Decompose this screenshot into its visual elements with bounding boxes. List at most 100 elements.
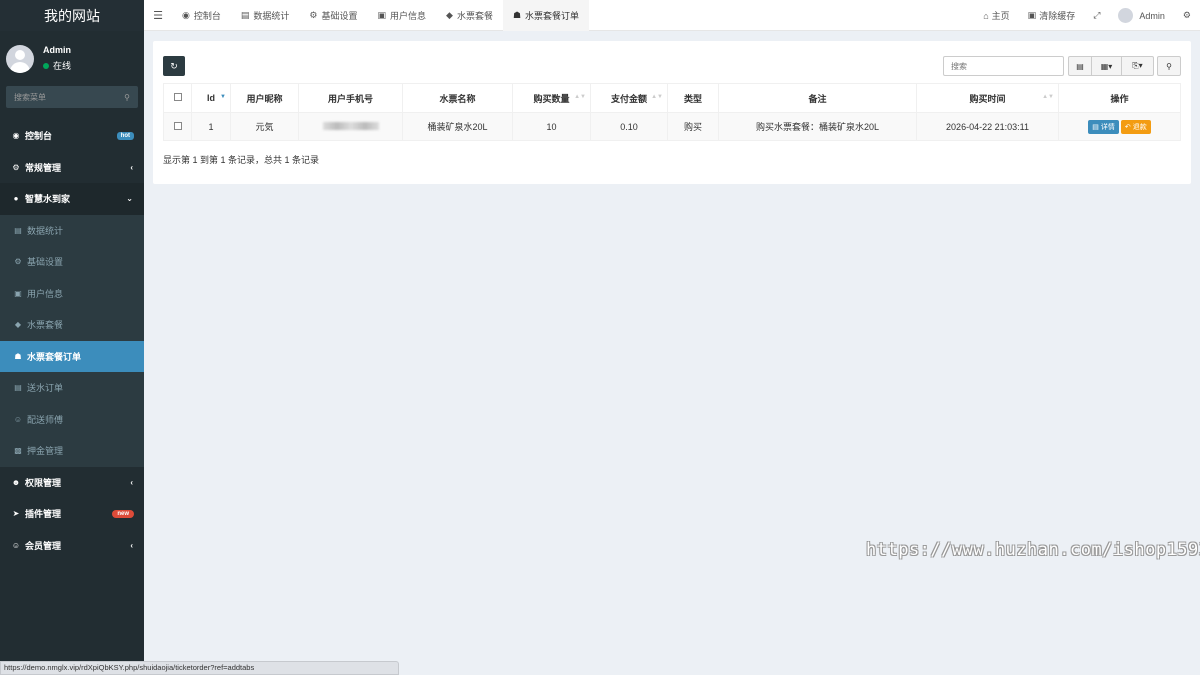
cogs-icon: ⚙	[12, 162, 20, 172]
bar-chart-icon: ▤	[14, 225, 22, 235]
row-checkbox-cell	[163, 112, 192, 141]
blurred-phone	[322, 121, 379, 130]
row-checkbox[interactable]	[173, 121, 182, 130]
toggle-view-button[interactable]: ▤	[1068, 56, 1092, 76]
col-id[interactable]: Id ▼	[191, 83, 231, 113]
sidebar-item-dashboard[interactable]: ◉ 控制台 hot	[0, 120, 144, 152]
col-label: 水票名称	[439, 93, 476, 104]
col-time[interactable]: 购买时间 ▲▼	[916, 83, 1059, 113]
col-amount[interactable]: 支付金额 ▲▼	[590, 83, 668, 113]
list-icon: ▤	[14, 383, 22, 393]
undo-icon: ↶	[1124, 123, 1131, 131]
col-label: 购买时间	[969, 93, 1006, 104]
user-name: Admin	[43, 45, 71, 55]
sidebar-item-label: 基础设置	[27, 257, 64, 268]
col-actions: 操作	[1058, 83, 1181, 113]
tab-dashboard[interactable]: ◉ 控制台	[172, 0, 231, 31]
tab-settings[interactable]: ⚙ 基础设置	[299, 0, 367, 31]
sidebar-item-user-info[interactable]: ▣ 用户信息	[0, 278, 144, 310]
columns-button[interactable]: ▦▾	[1091, 56, 1122, 76]
home-icon: ⌂	[983, 10, 989, 21]
sidebar-item-plugins[interactable]: ➤ 插件管理 new	[0, 498, 144, 530]
watermark-text: https://www.huzhan.com/ishop15931	[866, 540, 1200, 560]
ticket-icon: ◆	[14, 320, 22, 330]
sidebar-item-ticket-package[interactable]: ◆ 水票套餐	[0, 309, 144, 341]
sidebar-item-general[interactable]: ⚙ 常规管理 ‹	[0, 152, 144, 184]
sidebar-search-input[interactable]: 搜索菜单 ⚲	[6, 86, 138, 108]
home-label: 主页	[991, 11, 1010, 21]
sidebar-item-label: 插件管理	[25, 509, 62, 520]
refresh-button[interactable]: ↻	[163, 56, 185, 76]
search-icon[interactable]: ⚲	[124, 93, 130, 102]
avatar	[6, 44, 34, 73]
tab-label: 控制台	[193, 10, 221, 21]
grid-icon: ▦▾	[1100, 61, 1113, 71]
tab-user-info[interactable]: ▣ 用户信息	[368, 0, 437, 31]
top-navbar: ☰ ◉ 控制台 ▤ 数据统计 ⚙ 基础设置 ▣ 用户信息 ◆ 水票套餐 ☗ 水票…	[144, 0, 1200, 31]
sidebar-item-ticket-order[interactable]: ☗ 水票套餐订单	[0, 340, 144, 372]
site-logo[interactable]: 我的网站	[0, 0, 144, 31]
search-input[interactable]	[943, 56, 1064, 76]
cell-note: 购买水票套餐：桶装矿泉水20L	[718, 112, 917, 141]
sidebar-item-label: 水票套餐订单	[27, 351, 82, 362]
card-icon: ▣	[377, 9, 387, 20]
sidebar-menu: ◉ 控制台 hot ⚙ 常规管理 ‹ ● 智慧水到家 ⌄ ▤ 数据统计 ⚙ 基础…	[0, 120, 144, 561]
cell-type: 购买	[667, 112, 719, 141]
sidebar-item-courier[interactable]: ☺ 配送师傅	[0, 404, 144, 436]
col-label: 类型	[683, 93, 702, 104]
user-status: 在线	[43, 59, 71, 72]
clear-cache-label: 清除缓存	[1039, 11, 1076, 21]
sidebar-item-label: 权限管理	[25, 477, 62, 488]
submenu: ▤ 数据统计 ⚙ 基础设置 ▣ 用户信息 ◆ 水票套餐 ☗ 水票套餐订单 ▤ 送…	[0, 214, 144, 467]
chevron-down-icon: ⌄	[126, 194, 133, 204]
clear-cache-button[interactable]: ▣ 清除缓存	[1019, 9, 1085, 22]
cell-time: 2026-04-22 21:03:11	[916, 112, 1059, 141]
money-icon: ▩	[14, 446, 22, 456]
card-icon: ▣	[14, 288, 22, 298]
advanced-search-button[interactable]: ⚲	[1157, 56, 1181, 76]
col-label: Id	[207, 93, 215, 103]
sidebar-item-label: 数据统计	[27, 225, 64, 236]
fullscreen-icon[interactable]: ⤢	[1084, 10, 1109, 21]
export-button[interactable]: ⎘▾	[1121, 56, 1154, 76]
content-panel: ↻ ▤ ▦▾ ⎘▾ ⚲ Id ▼ 用户昵称 用户手机号 水票名称 购买数量 ▲▼ 支…	[153, 41, 1191, 184]
col-phone: 用户手机号	[298, 83, 403, 113]
detail-button[interactable]: ▤ 详情	[1088, 119, 1119, 134]
table-row[interactable]: 1 元気 桶装矿泉水20L 10 0.10 购买 购买水票套餐：桶装矿泉水20L…	[163, 112, 1181, 141]
menu-toggle-icon[interactable]: ☰	[144, 9, 172, 22]
col-label: 用户昵称	[246, 93, 283, 104]
sidebar-item-label: 智慧水到家	[25, 194, 71, 205]
orders-table: Id ▼ 用户昵称 用户手机号 水票名称 购买数量 ▲▼ 支付金额 ▲▼ 类型 备注 …	[163, 83, 1181, 141]
sidebar-item-members[interactable]: ☺ 会员管理 ‹	[0, 530, 144, 562]
user-menu[interactable]: Admin	[1109, 8, 1174, 23]
tab-ticket-package[interactable]: ◆ 水票套餐	[436, 0, 503, 31]
cell-amount: 0.10	[590, 112, 668, 141]
sidebar-item-water-home[interactable]: ● 智慧水到家 ⌄	[0, 183, 144, 215]
cell-quantity: 10	[512, 112, 591, 141]
refund-button[interactable]: ↶ 退款	[1120, 119, 1151, 134]
tab-label: 基础设置	[321, 10, 358, 21]
tab-label: 用户信息	[390, 10, 427, 21]
col-quantity[interactable]: 购买数量 ▲▼	[512, 83, 591, 113]
cell-actions: ▤ 详情 ↶ 退款	[1058, 112, 1181, 141]
sidebar-item-statistics[interactable]: ▤ 数据统计	[0, 215, 144, 247]
tab-statistics[interactable]: ▤ 数据统计	[231, 0, 300, 31]
new-badge: new	[112, 509, 134, 518]
sidebar-item-deposit[interactable]: ▩ 押金管理	[0, 435, 144, 467]
dashboard-icon: ◉	[182, 9, 190, 20]
refund-label: 退款	[1132, 123, 1147, 131]
sidebar-item-permissions[interactable]: ☻ 权限管理 ‹	[0, 467, 144, 499]
select-all-checkbox[interactable]	[173, 93, 182, 101]
sidebar-item-settings[interactable]: ⚙ 基础设置	[0, 246, 144, 278]
rocket-icon: ➤	[12, 509, 20, 519]
col-label: 支付金额	[610, 93, 647, 104]
sort-icon: ▲▼	[651, 94, 663, 100]
online-dot-icon	[43, 62, 49, 69]
gears-icon[interactable]: ⚙	[1174, 10, 1200, 21]
cell-ticket-name: 桶装矿泉水20L	[402, 112, 513, 141]
col-ticket-name: 水票名称	[402, 83, 513, 113]
tab-ticket-order[interactable]: ☗ 水票套餐订单	[502, 0, 590, 31]
sidebar-item-delivery-order[interactable]: ▤ 送水订单	[0, 372, 144, 404]
gear-icon: ⚙	[309, 9, 318, 20]
home-link[interactable]: ⌂ 主页	[974, 9, 1018, 22]
